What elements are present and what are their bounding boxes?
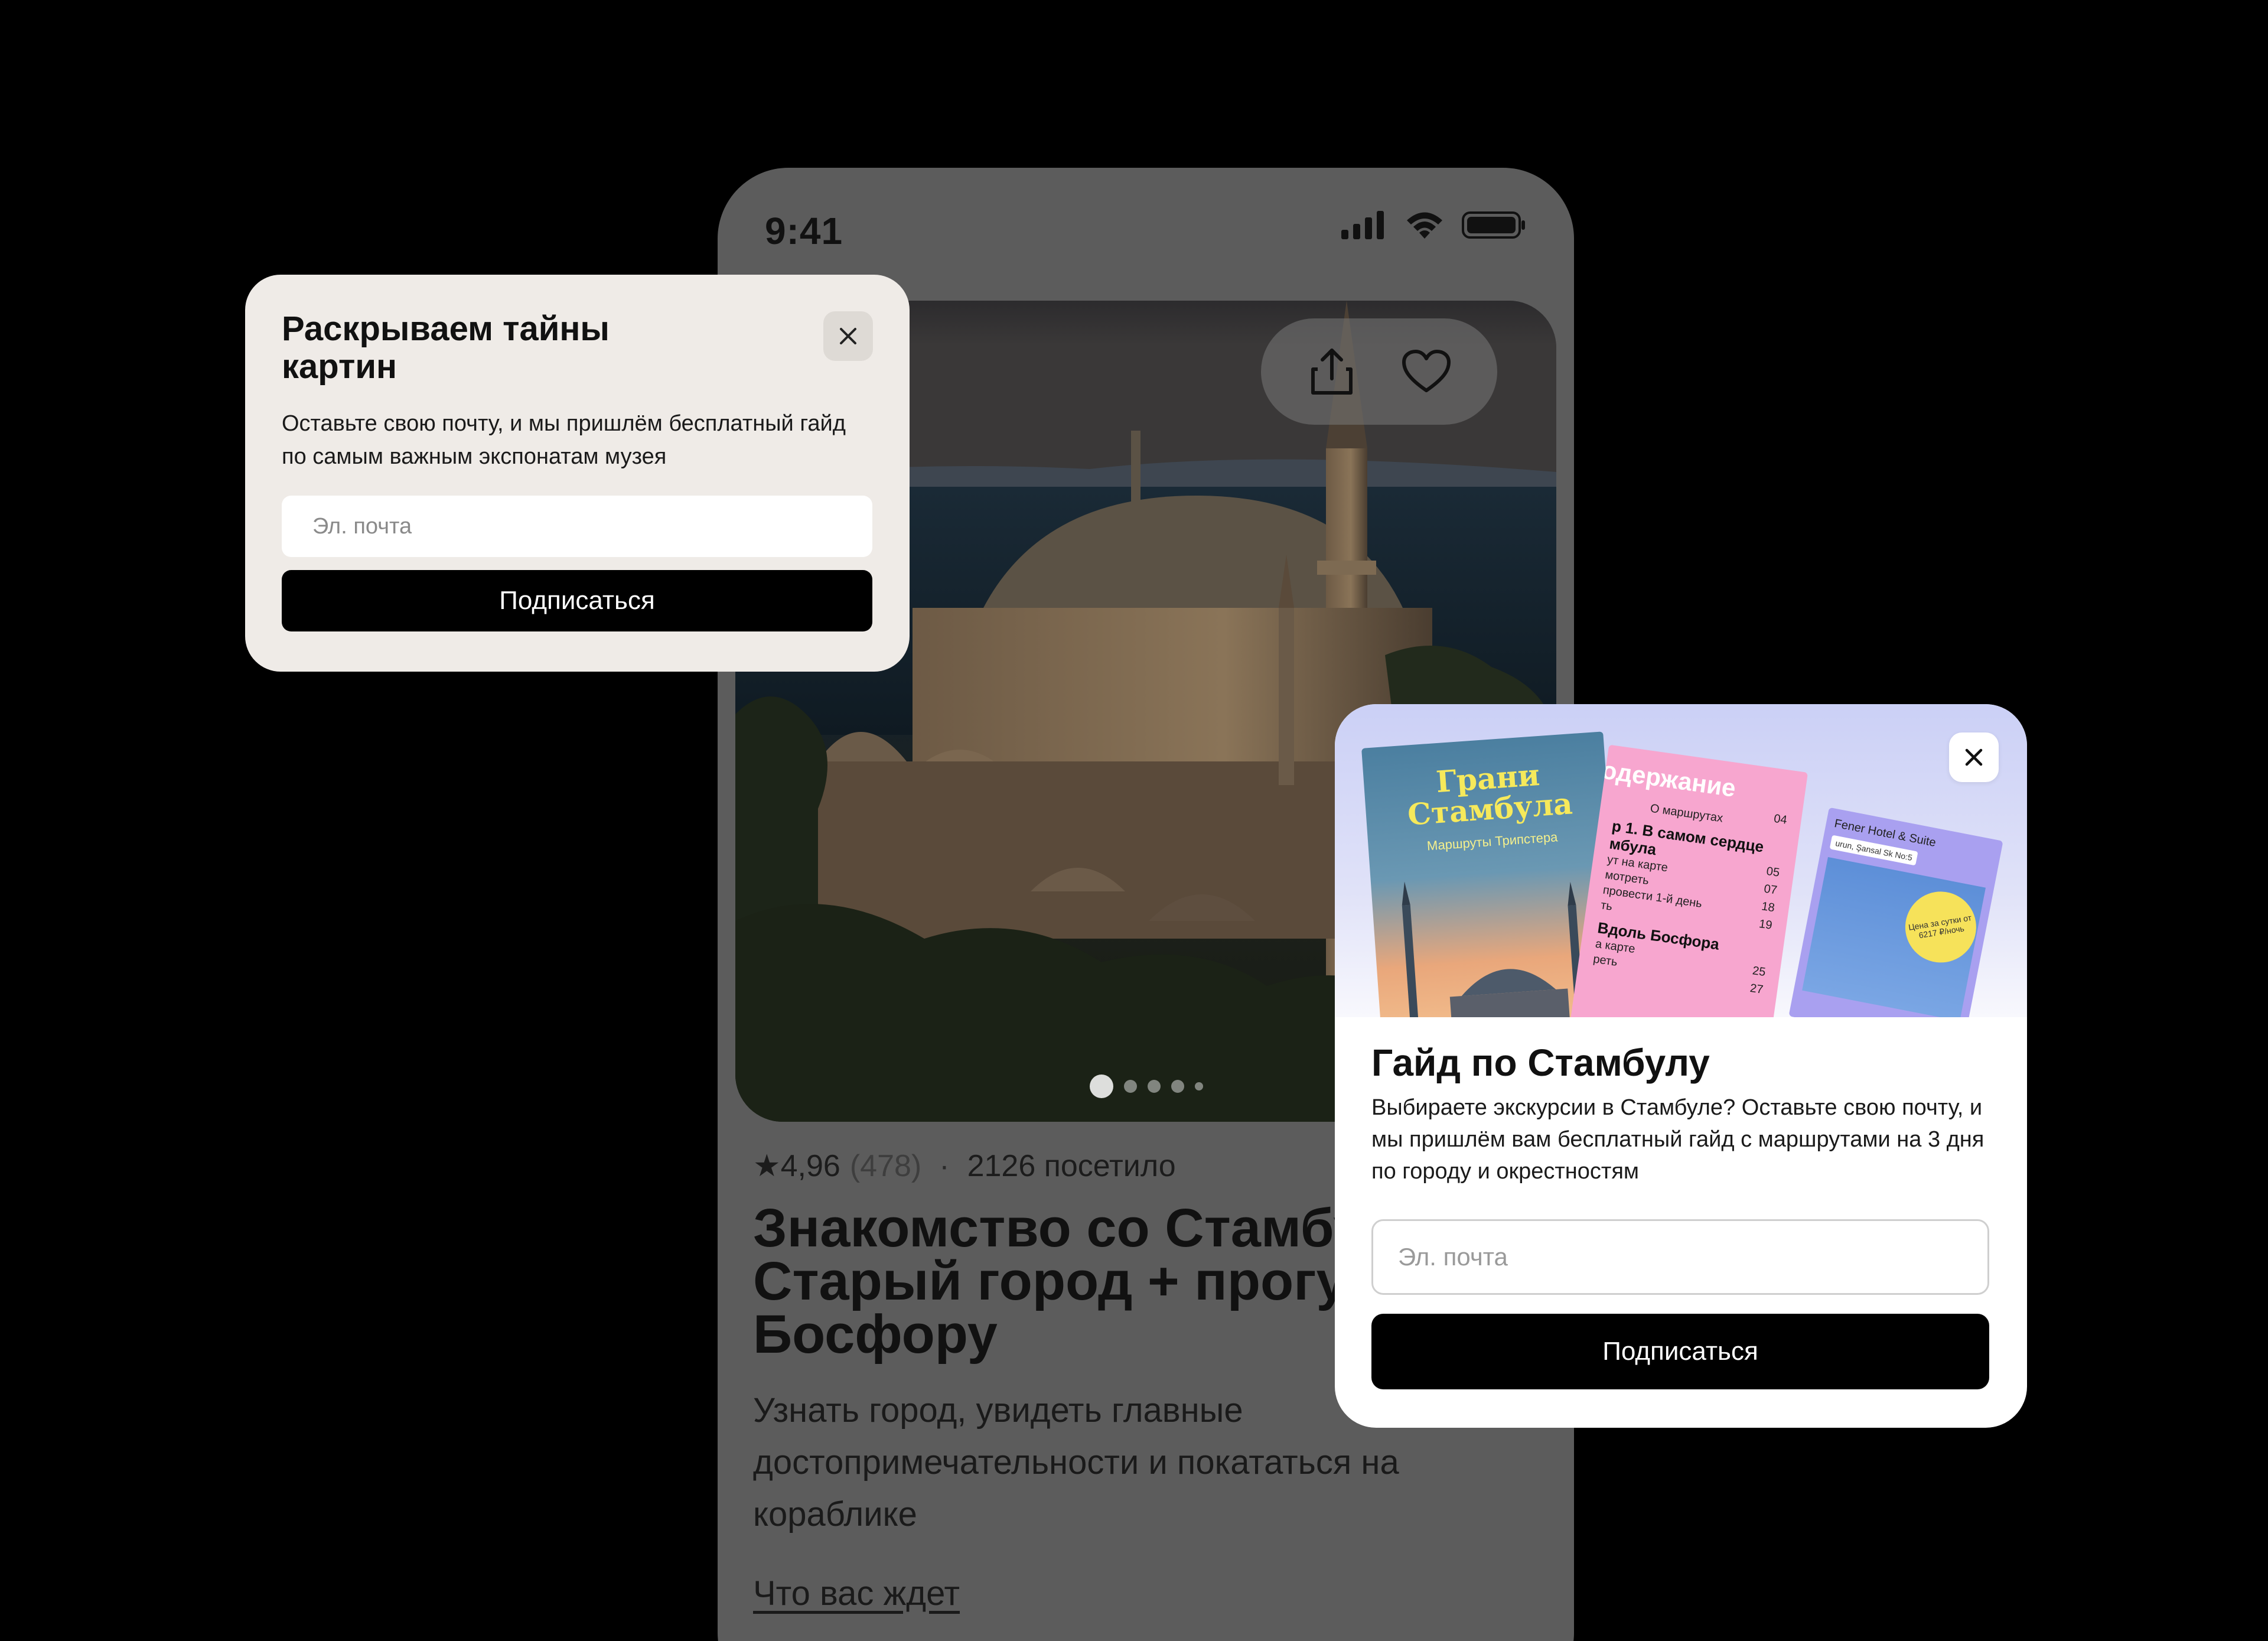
pagination-dot[interactable] [1171,1080,1184,1093]
subscribe-button[interactable]: Подписаться [1371,1314,1989,1389]
rating-value: ★4,96 [753,1149,840,1183]
toc-number: 27 [1749,981,1764,997]
popup-content: Гайд по Стамбулу Выбираете экскурсии в С… [1371,1041,1992,1389]
favorite-button[interactable] [1397,342,1456,401]
toc-heading: одержание [1600,756,1738,802]
close-icon [1965,748,1983,766]
reviews-count: (478) [849,1149,922,1183]
wifi-icon [1407,212,1442,239]
close-icon [840,328,856,344]
subscribe-button[interactable]: Подписаться [282,570,872,631]
toc-number: 19 [1758,917,1773,932]
popup-text: Выбираете экскурсии в Стамбуле? Оставьте… [1371,1095,1984,1184]
museum-subscribe-popup: Раскрываем тайны картин Оставьте свою по… [245,275,910,672]
cover-title: Грани Стамбула [1406,757,1574,832]
pagination-dot[interactable] [1195,1082,1203,1090]
guide-contents-page: одержание О маршрутах р 1. В самом сердц… [1570,744,1808,1017]
what-to-expect-link[interactable]: Что вас ждет [753,1574,960,1613]
pagination-dot[interactable] [1148,1080,1161,1093]
hotel-photo: Цена за сутки от 6217 ₽/ночь [1802,857,1986,1017]
popup-title: Раскрываем тайны картин [282,310,610,386]
battery-icon [1462,211,1525,239]
pagination-dot-active[interactable] [1090,1075,1113,1098]
popup-title: Гайд по Стамбулу [1371,1041,1710,1084]
email-input[interactable] [1371,1219,1989,1295]
close-button[interactable] [823,311,873,361]
share-button[interactable] [1302,342,1361,401]
guide-hotel-page: Fener Hotel & Suite urun, Şansal Sk No:5… [1788,807,2003,1017]
close-button[interactable] [1949,732,1999,782]
email-input[interactable] [282,496,872,557]
toc-number: 05 [1765,864,1781,880]
visited-count: 2126 посетило [967,1149,1176,1183]
guide-banner: Грани Стамбула Маршруты Трипстера одержа… [1335,704,2027,1017]
toc-number: 07 [1763,882,1778,897]
price-badge: Цена за сутки от 6217 ₽/ночь [1900,886,1982,968]
toc-number: 25 [1751,964,1767,979]
istanbul-guide-popup: Грани Стамбула Маршруты Трипстера одержа… [1335,704,2027,1428]
share-icon [1311,349,1353,395]
gallery-pagination[interactable] [1090,1075,1203,1098]
toc-number: 04 [1772,812,1788,827]
popup-text: Оставьте свою почту, и мы пришлём беспла… [282,411,846,469]
status-icons [1341,210,1527,240]
heart-icon [1402,350,1451,392]
rating-row: ★4,96 (478) · 2126 посетило [753,1148,1176,1184]
rating-separator: · [939,1149,950,1183]
pagination-dot[interactable] [1124,1080,1137,1093]
status-bar: 9:41 [718,168,1574,286]
signal-icon [1341,211,1384,239]
toc-number: 18 [1761,900,1776,915]
status-time: 9:41 [765,210,843,252]
hero-actions [1261,318,1497,425]
